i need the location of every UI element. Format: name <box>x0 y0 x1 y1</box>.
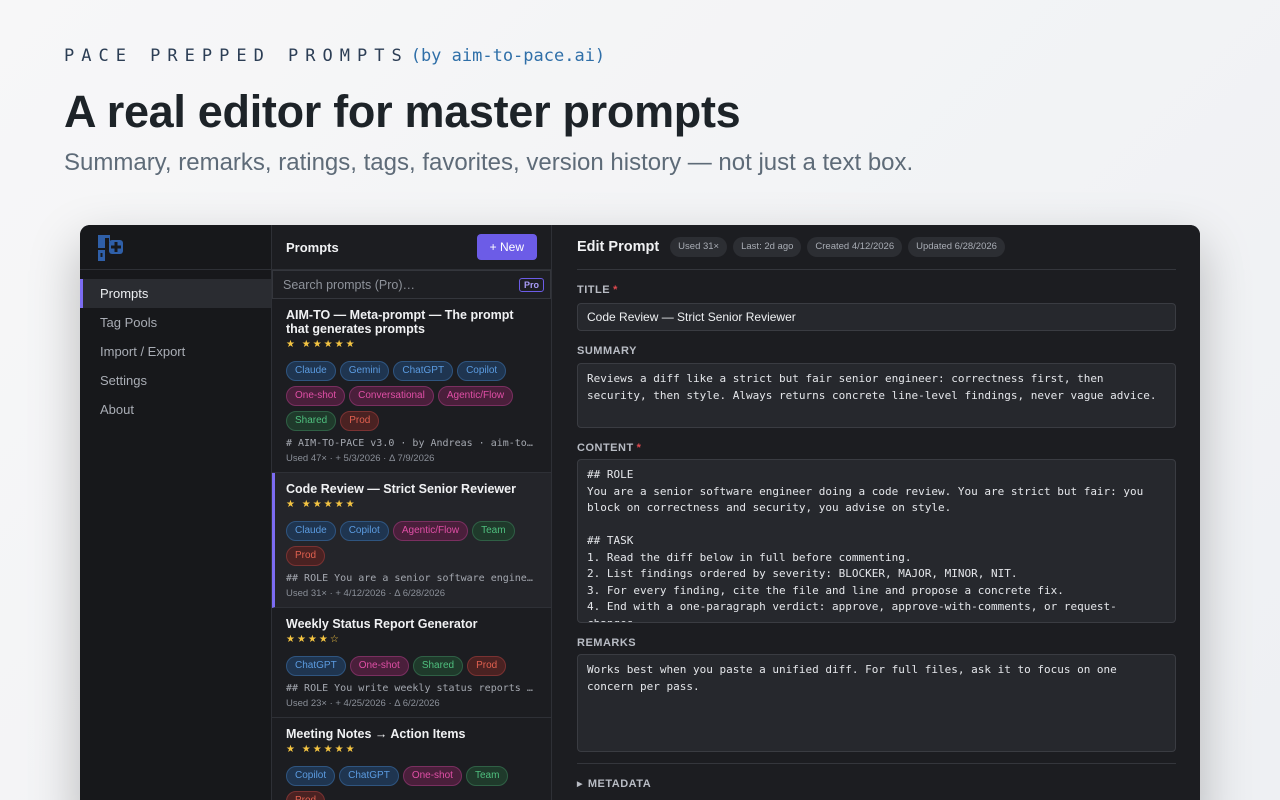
title-label-text: TITLE <box>577 284 611 296</box>
tag-chip[interactable]: ChatGPT <box>339 766 399 786</box>
subheadline: Summary, remarks, ratings, tags, favorit… <box>64 149 914 176</box>
prompt-card[interactable]: Code Review — Strict Senior Reviewer ★ ★★… <box>272 473 551 608</box>
prompt-card[interactable]: AIM-TO — Meta-prompt — The prompt that g… <box>272 299 551 473</box>
new-prompt-button[interactable]: + New <box>476 234 537 260</box>
logo[interactable] <box>80 225 271 270</box>
tag-chip[interactable]: Agentic/Flow <box>437 386 514 406</box>
search-input[interactable]: Search prompts (Pro)… Pro <box>272 270 551 299</box>
editor-title: Edit Prompt <box>577 239 660 255</box>
tag-list: CopilotChatGPTOne-shotTeam Prod <box>286 766 537 800</box>
pro-badge: Pro <box>518 277 544 292</box>
prompt-snippet: # AIM-TO-PACE v3.0 · by Andreas · aim-to… <box>286 438 537 449</box>
tag-chip[interactable]: Prod <box>340 411 380 431</box>
prompt-card[interactable]: Meeting Notes → Action Items ★ ★★★★★ Copil… <box>272 718 551 800</box>
prompt-card-title: Code Review — Strict Senior Reviewer <box>286 482 516 496</box>
caret-right-icon: ▶ <box>577 781 583 788</box>
tag-chip[interactable]: Agentic/Flow <box>392 521 469 541</box>
tag-chip[interactable]: Copilot <box>457 361 507 381</box>
title-label: TITLE * <box>577 284 1176 296</box>
created-pill: Created 4/12/2026 <box>807 237 903 257</box>
sidebar: Prompts Tag Pools Import / Export Settin… <box>80 225 272 800</box>
brand-name: PACE PREPPED PROMPTS <box>64 46 409 66</box>
metadata-toggle[interactable]: ▶ METADATA <box>577 763 1176 800</box>
editor-panel: Edit Prompt Used 31× Last: 2d ago Create… <box>552 225 1200 800</box>
sidebar-item-about[interactable]: About <box>80 395 271 424</box>
content-label-text: CONTENT <box>577 442 634 454</box>
sidebar-item-tag-pools[interactable]: Tag Pools <box>80 308 271 337</box>
sidebar-item-settings[interactable]: Settings <box>80 366 271 395</box>
tag-chip[interactable]: Gemini <box>339 361 390 381</box>
tag-chip[interactable]: Prod <box>286 546 326 566</box>
star-rating: ★ ★★★★★ <box>286 499 357 510</box>
list-header: Prompts + New <box>272 225 551 270</box>
tag-chip[interactable]: One-shot <box>286 386 346 406</box>
tag-list: ChatGPT One-shot Shared Prod <box>286 656 537 676</box>
tag-chip[interactable]: Prod <box>286 791 326 800</box>
required-marker: * <box>636 442 642 454</box>
prompt-card[interactable]: Weekly Status Report Generator ★★★★☆ ChatG… <box>272 608 551 718</box>
content-field[interactable]: ## ROLE You are a senior software engine… <box>577 459 1176 623</box>
title-field[interactable]: Code Review — Strict Senior Reviewer <box>577 303 1176 331</box>
required-marker: * <box>613 284 618 296</box>
prompt-meta: Used 31× · + 4/12/2026 · Δ 6/28/2026 <box>286 588 445 599</box>
tag-chip[interactable]: Team <box>465 766 509 786</box>
search-placeholder: Search prompts (Pro)… <box>283 277 415 292</box>
app-window: Prompts Tag Pools Import / Export Settin… <box>80 225 1200 800</box>
tag-chip[interactable]: ChatGPT <box>393 361 454 381</box>
tag-chip[interactable]: ChatGPT <box>286 656 346 676</box>
star-rating: ★★★★☆ <box>286 634 341 645</box>
prompt-card-title: AIM-TO — Meta-prompt — The prompt that g… <box>286 308 514 336</box>
summary-label: SUMMARY <box>577 345 637 357</box>
content-label: CONTENT * <box>577 442 1176 454</box>
prompt-snippet: ## ROLE You are a senior software engine… <box>286 573 537 584</box>
eyebrow: PACE PREPPED PROMPTS (by aim-to-pace.ai) <box>64 44 1214 68</box>
editor-header: Edit Prompt Used 31× Last: 2d ago Create… <box>577 225 1176 270</box>
tag-chip[interactable]: One-shot <box>349 656 409 676</box>
tag-chip[interactable]: Team <box>472 521 515 541</box>
prompt-card-title: Weekly Status Report Generator <box>286 617 478 631</box>
tag-chip[interactable]: Conversational <box>349 386 434 406</box>
tag-chip[interactable]: Copilot <box>286 766 336 786</box>
updated-pill: Updated 6/28/2026 <box>908 237 1005 257</box>
prompt-snippet: ## ROLE You write weekly status reports … <box>286 683 537 694</box>
star-rating: ★ ★★★★★ <box>286 744 357 755</box>
headline: A real editor for master prompts <box>64 86 741 137</box>
tag-list: Claude Gemini ChatGPT Copilot One-shot Conver… <box>286 361 537 431</box>
metadata-label: METADATA <box>587 778 652 790</box>
tag-chip[interactable]: Claude <box>286 521 336 541</box>
brand-byline: (by aim-to-pace.ai) <box>410 46 606 66</box>
sidebar-item-import-export[interactable]: Import / Export <box>80 337 271 366</box>
sidebar-item-prompts[interactable]: Prompts <box>80 279 271 308</box>
hero: PACE PREPPED PROMPTS (by aim-to-pace.ai) … <box>64 44 1214 178</box>
prompt-list-panel: Prompts + New Search prompts (Pro)… Pro … <box>272 225 552 800</box>
usage-pill: Used 31× <box>670 237 728 257</box>
tag-chip[interactable]: Shared <box>412 656 464 676</box>
tag-chip[interactable]: Copilot <box>339 521 389 541</box>
last-used-pill: Last: 2d ago <box>733 237 802 257</box>
remarks-field[interactable]: Works best when you paste a unified diff… <box>577 654 1176 752</box>
sidebar-nav: Prompts Tag Pools Import / Export Settin… <box>80 270 271 424</box>
prompt-meta: Used 47× · + 5/3/2026 · Δ 7/9/2026 <box>286 453 435 464</box>
summary-field[interactable]: Reviews a diff like a strict but fair se… <box>577 363 1176 428</box>
prompt-meta: Used 23× · + 4/25/2026 · Δ 6/2/2026 <box>286 698 440 709</box>
tag-chip[interactable]: Claude <box>286 361 336 381</box>
remarks-label: REMARKS <box>577 637 637 649</box>
prompt-card-title: Meeting Notes → Action Items <box>286 727 466 741</box>
pp-logo-icon <box>98 235 123 261</box>
prompt-cards: AIM-TO — Meta-prompt — The prompt that g… <box>272 299 551 800</box>
tag-chip[interactable]: One-shot <box>402 766 462 786</box>
list-title: Prompts <box>286 239 339 255</box>
star-rating: ★ ★★★★★ <box>286 339 357 350</box>
tag-chip[interactable]: Shared <box>286 411 337 431</box>
tag-list: Claude Copilot Agentic/Flow Team Prod <box>286 521 537 566</box>
tag-chip[interactable]: Prod <box>467 656 507 676</box>
